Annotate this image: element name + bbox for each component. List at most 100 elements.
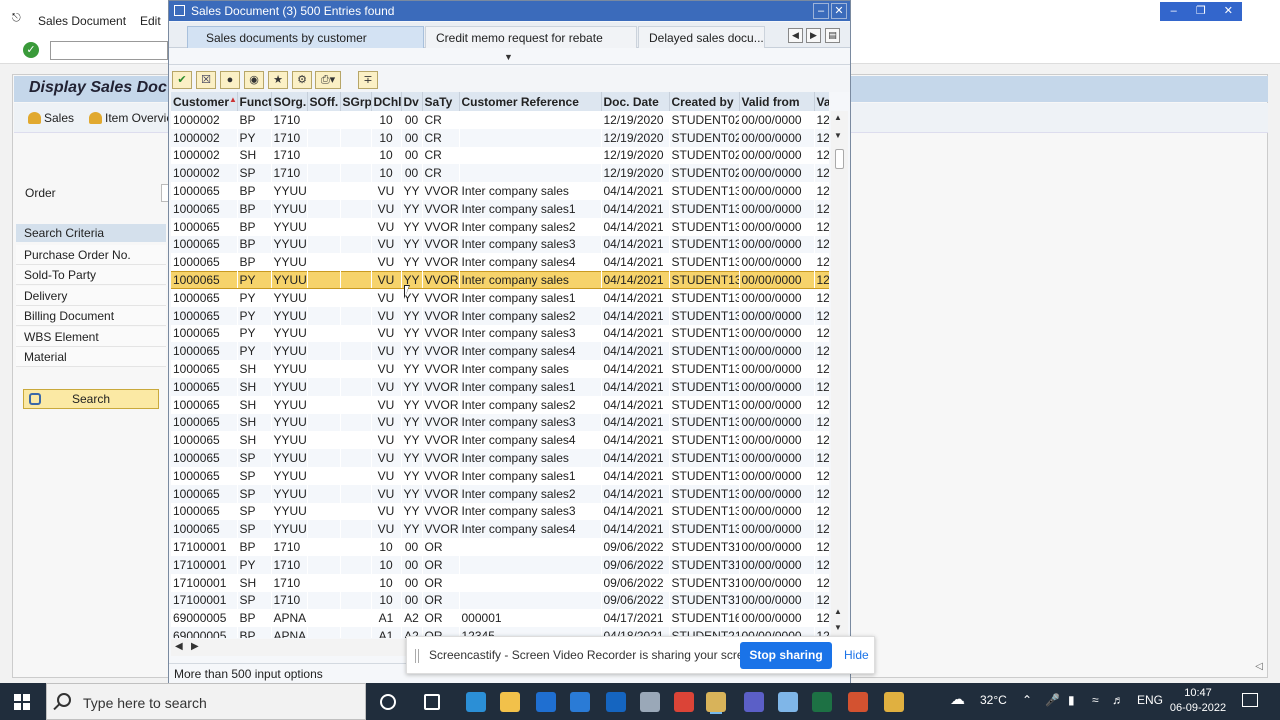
table-row[interactable]: 1000065 PY YYUU VU YY VVOR Inter company sales…	[171, 324, 829, 343]
windows-start-icon[interactable]	[14, 694, 30, 710]
sales-button[interactable]: Sales	[28, 111, 74, 125]
tab-sales-documents-by-customer[interactable]: Sales documents by customer	[187, 26, 424, 48]
scroll-left-icon[interactable]: ◁	[1255, 661, 1263, 672]
taskbar-search-box[interactable]: Type here to search	[46, 683, 366, 720]
minimize-icon[interactable]: –	[1160, 2, 1187, 21]
menu-edit[interactable]: Edit	[140, 14, 161, 28]
volume-icon[interactable]: ♬	[1112, 693, 1124, 707]
table-row[interactable]: 1000065 SP YYUU VU YY VVOR Inter company sales…	[171, 484, 829, 503]
column-header[interactable]: SaTy	[422, 92, 460, 111]
dialog-close-icon[interactable]: ✕	[831, 3, 847, 19]
cancel-x-icon[interactable]: ☒	[196, 71, 216, 89]
criteria-billing-document[interactable]: Billing Document	[16, 306, 166, 326]
table-row[interactable]: 17100001SH1710 1000OR 09/06/2022STUDENT310…	[171, 573, 829, 592]
column-header[interactable]: DChl	[371, 92, 402, 111]
table-row[interactable]: 1000002BP1710 1000CR 12/19/2020STUDENT0240…	[171, 111, 829, 129]
menu-sales-document[interactable]: Sales Document	[38, 14, 126, 28]
table-row[interactable]: 1000065 PY YYUU VU YY VVOR Inter company sales…	[171, 288, 829, 307]
sap-logon-icon[interactable]	[640, 692, 660, 712]
table-row[interactable]: 1000065 SH YYUU VU YY VVOR Inter company sales…	[171, 413, 829, 432]
vertical-scrollbar[interactable]: ▲ ▼ ▲ ▼	[831, 111, 848, 636]
criteria-material[interactable]: Material	[16, 347, 166, 367]
scroll-left-icon[interactable]: ◀	[175, 641, 183, 652]
close-icon[interactable]: ✕	[1215, 2, 1242, 21]
expand-triangle-icon[interactable]: ▼	[504, 52, 513, 62]
table-row[interactable]: 17100001PY1710 1000OR 09/06/2022STUDENT310…	[171, 555, 829, 574]
weather-icon[interactable]: ☁	[950, 690, 965, 708]
excel-icon[interactable]	[812, 692, 832, 712]
column-header[interactable]: SOff.	[307, 92, 341, 111]
table-row[interactable]: 1000065 BP YYUU VU YY VVOR Inter company sales…	[171, 217, 829, 236]
task-view-icon[interactable]	[424, 694, 440, 710]
tab-prev-icon[interactable]: ◀	[788, 28, 803, 43]
table-row[interactable]: 1000065 SH YYUU VU YY VVOR Inter company sales…	[171, 395, 829, 414]
tab-credit-memo-request[interactable]: Credit memo request for rebate	[425, 26, 637, 48]
language-indicator[interactable]: ENG	[1137, 693, 1163, 707]
favorites-icon[interactable]: ★	[268, 71, 288, 89]
mail-icon[interactable]	[570, 692, 590, 712]
powerpoint-icon[interactable]	[848, 692, 868, 712]
criteria-purchase-order[interactable]: Purchase Order No.	[16, 245, 166, 265]
table-row[interactable]: 1000065 SP YYUU VU YY VVOR Inter company sales…	[171, 466, 829, 485]
criteria-splitter[interactable]: ▼	[169, 49, 850, 65]
criteria-delivery[interactable]: Delivery	[16, 286, 166, 306]
filter-icon[interactable]: ∓	[358, 71, 378, 89]
find-icon[interactable]: ●	[220, 71, 240, 89]
battery-icon[interactable]: ▮	[1068, 693, 1075, 707]
column-header[interactable]: Funct	[237, 92, 272, 111]
store-icon[interactable]	[536, 692, 556, 712]
find-next-icon[interactable]: ◉	[244, 71, 264, 89]
sap-gui-icon[interactable]	[706, 692, 726, 712]
teams-icon[interactable]	[744, 692, 764, 712]
drag-handle-icon[interactable]	[415, 649, 419, 663]
outlook-icon[interactable]	[606, 692, 626, 712]
column-header[interactable]: SOrg.	[271, 92, 308, 111]
table-row[interactable]: 1000065 SP YYUU VU YY VVOR Inter company sales…	[171, 520, 829, 539]
notepad-icon[interactable]	[778, 692, 798, 712]
table-row[interactable]: 1000065 BP YYUU VU YY VVOR Inter company sales…	[171, 182, 829, 200]
confirm-check-icon[interactable]: ✔	[172, 71, 192, 89]
sap-shortcut-icon[interactable]	[884, 692, 904, 712]
scroll-down-icon[interactable]: ▼	[834, 131, 842, 140]
scroll-up-bottom-icon[interactable]: ▲	[834, 607, 842, 616]
table-row[interactable]: 1000065 SP YYUU VU YY VVOR Inter company sales…	[171, 502, 829, 521]
item-overview-button[interactable]: Item Overvie	[89, 111, 173, 125]
hide-button[interactable]: Hide	[844, 648, 869, 662]
scroll-right-icon[interactable]: ▶	[191, 641, 199, 652]
table-row[interactable]: 1000065 PY YYUU VU YY VVOR Inter company sales…	[171, 306, 829, 325]
table-row[interactable]: 1000002SP1710 1000CR 12/19/2020STUDENT0240…	[171, 164, 829, 183]
print-icon[interactable]: ⎙▾	[315, 71, 341, 89]
file-explorer-icon[interactable]	[500, 692, 520, 712]
table-row[interactable]: 17100001BP1710 1000OR 09/06/2022STUDENT310…	[171, 538, 829, 556]
restore-icon[interactable]: ❐	[1187, 2, 1214, 21]
criteria-wbs-element[interactable]: WBS Element	[16, 327, 166, 347]
table-row[interactable]: 69000005 BP APNA A1 A2 OR 000001 04/17/2021 STUD…	[171, 609, 829, 628]
scroll-up-icon[interactable]: ▲	[834, 113, 842, 122]
table-row[interactable]: 1000002SH1710 1000CR 12/19/2020STUDENT0240…	[171, 146, 829, 165]
table-row[interactable]: 1000002PY1710 1000CR 12/19/2020STUDENT0240…	[171, 128, 829, 147]
column-header[interactable]: SGrp	[340, 92, 372, 111]
menu-exit-icon[interactable]: ⎋	[12, 12, 21, 25]
tray-overflow-icon[interactable]: ⌃	[1022, 693, 1032, 707]
notification-icon[interactable]	[1242, 693, 1258, 707]
stop-sharing-button[interactable]: Stop sharing	[740, 642, 832, 669]
chrome-icon[interactable]	[674, 692, 694, 712]
enter-check-icon[interactable]: ✓	[23, 42, 39, 58]
table-row[interactable]: 1000065 BP YYUU VU YY VVOR Inter company sales…	[171, 235, 829, 254]
edge-icon[interactable]	[466, 692, 486, 712]
column-header[interactable]: Created by	[669, 92, 740, 111]
column-header[interactable]: Valid from	[739, 92, 815, 111]
table-row[interactable]: 17100001SP1710 1000OR 09/06/2022STUDENT310…	[171, 591, 829, 610]
table-row[interactable]: 1000065 SH YYUU VU YY VVOR Inter company sales…	[171, 377, 829, 396]
scroll-down-bottom-icon[interactable]: ▼	[834, 623, 842, 632]
scroll-thumb[interactable]	[835, 149, 844, 169]
column-header[interactable]: Va	[814, 92, 829, 111]
column-header[interactable]: Dv	[401, 92, 423, 111]
tab-next-icon[interactable]: ▶	[806, 28, 821, 43]
tab-list-icon[interactable]: ▤	[825, 28, 840, 43]
table-row[interactable]: 1000065 BP YYUU VU YY VVOR Inter company sales…	[171, 253, 829, 272]
criteria-sold-to-party[interactable]: Sold-To Party	[16, 265, 166, 285]
table-row[interactable]: 1000065 PY YYUU VU YY VVOR Inter company sales…	[171, 270, 829, 290]
weather-temperature[interactable]: 32°C	[980, 693, 1007, 707]
table-row[interactable]: 1000065 BP YYUU VU YY VVOR Inter company sales…	[171, 199, 829, 218]
